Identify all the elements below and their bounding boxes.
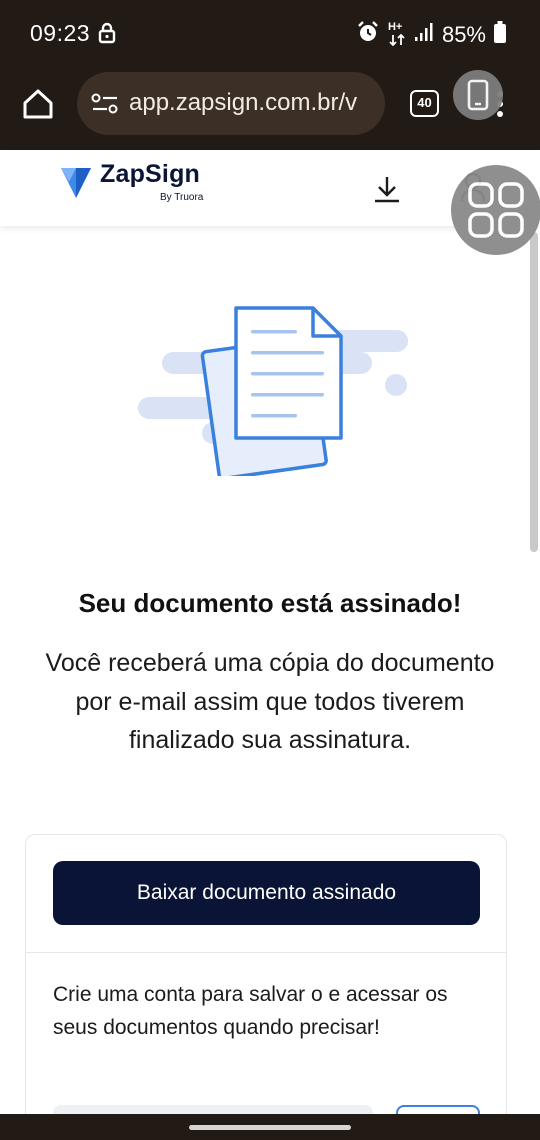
status-time: 09:23: [30, 20, 91, 46]
document-illustration: [130, 296, 420, 481]
actions-card: Baixar documento assinado Crie uma conta…: [25, 834, 507, 1135]
home-icon[interactable]: [20, 86, 56, 122]
grid-icon[interactable]: [451, 165, 540, 255]
signal-icon: [414, 21, 434, 48]
tabs-icon[interactable]: 40: [410, 90, 439, 117]
battery-icon: [494, 21, 506, 48]
url-bar[interactable]: app.zapsign.com.br/v: [77, 72, 385, 135]
navigation-bar: [0, 1114, 540, 1140]
battery-percent: 85%: [441, 21, 486, 47]
site-settings-icon[interactable]: [91, 92, 119, 121]
scrollbar[interactable]: [530, 232, 538, 552]
download-signed-document-button[interactable]: Baixar documento assinado: [53, 861, 480, 925]
lock-icon: [98, 22, 116, 49]
success-message: Você receberá uma cópia do documento por…: [45, 649, 495, 754]
account-prompt: Crie uma conta para salvar o e acessar o…: [53, 983, 448, 1039]
url-text[interactable]: app.zapsign.com.br/v: [129, 89, 377, 117]
data-arrows-icon: H+: [388, 21, 406, 47]
card-divider: [26, 952, 506, 953]
brand-name: ZapSign: [100, 160, 201, 188]
brand-byline: By Truora: [160, 192, 204, 203]
gesture-handle[interactable]: [189, 1125, 351, 1130]
alarm-icon: [356, 20, 380, 49]
success-heading: Seu documento está assinado!: [78, 588, 462, 618]
status-bar: 09:23 H+ 85%: [0, 0, 540, 66]
phone-icon[interactable]: [453, 70, 503, 120]
status-indicators: H+ 85%: [356, 20, 506, 49]
download-icon[interactable]: [372, 174, 402, 204]
zapsign-logo-icon: [60, 164, 92, 205]
